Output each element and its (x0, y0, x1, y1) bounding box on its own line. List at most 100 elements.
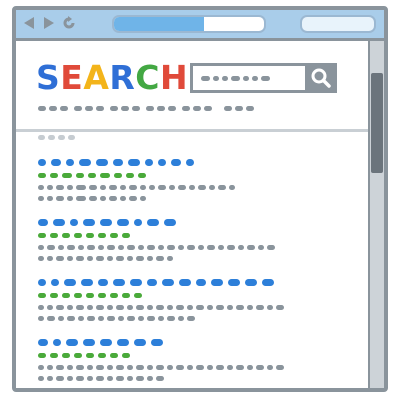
url-dash (110, 353, 118, 358)
snippet-dash (178, 185, 186, 190)
result-url[interactable] (38, 173, 146, 178)
snippet-dash (158, 185, 166, 190)
tab-dash (193, 106, 201, 111)
snippet-dash (167, 305, 173, 310)
snippet-dash (47, 365, 53, 370)
snippet-dash (198, 245, 204, 250)
snippet-dash (136, 256, 144, 261)
meta-dash (58, 135, 65, 140)
title-dash (211, 279, 223, 286)
snippet-dash (129, 185, 137, 190)
tab-dash (121, 106, 129, 111)
snippet-dash (218, 245, 224, 250)
title-dash (38, 339, 48, 346)
snippet-dash (100, 185, 106, 190)
snippet-dash (96, 365, 104, 370)
title-dash (171, 159, 181, 166)
toolbar-search-box[interactable] (300, 15, 376, 33)
snippet-dash (38, 256, 44, 261)
url-dash (86, 293, 94, 298)
snippet-dash (176, 305, 184, 310)
snippet-dash (138, 245, 144, 250)
search-input[interactable] (190, 63, 308, 93)
snippet-dash (118, 316, 124, 321)
tab-dash (204, 106, 212, 111)
triangle-right-icon[interactable] (42, 16, 56, 30)
url-dash (86, 233, 94, 238)
snippet-dash (116, 365, 124, 370)
title-dash (130, 279, 142, 286)
url-dash (98, 233, 106, 238)
snippet-dash (47, 256, 53, 261)
snippet-dash (258, 245, 264, 250)
title-dash (66, 339, 78, 346)
snippet-dash (169, 185, 175, 190)
title-dash (151, 339, 163, 346)
snippet-dash (107, 376, 113, 381)
result-snippet-line (38, 256, 173, 261)
url-dash (76, 173, 84, 178)
url-dash (126, 173, 134, 178)
snippet-dash (158, 316, 164, 321)
result-title-link[interactable] (38, 219, 176, 226)
snippet-dash (58, 245, 64, 250)
url-dash (138, 173, 146, 178)
snippet-dash (38, 305, 44, 310)
url-dash (62, 173, 72, 178)
title-dash (51, 159, 61, 166)
result-snippet-line (38, 196, 146, 201)
snippet-dash (67, 376, 73, 381)
result-title-link[interactable] (38, 279, 274, 286)
url-dash (100, 173, 110, 178)
snippet-dash (127, 305, 133, 310)
result-url[interactable] (38, 293, 142, 298)
snippet-dash (87, 316, 95, 321)
tab-dash (74, 106, 82, 111)
snippet-dash (67, 365, 73, 370)
snippet-dash (67, 305, 73, 310)
search-tabs[interactable] (38, 106, 254, 111)
title-dash (38, 279, 46, 286)
snippet-dash (276, 305, 284, 310)
snippet-dash (147, 365, 153, 370)
url-dash (134, 293, 142, 298)
snippet-dash (147, 305, 153, 310)
scrollbar-thumb[interactable] (371, 73, 383, 173)
result-snippet-line (38, 365, 284, 370)
result-snippet-line (38, 185, 235, 190)
snippet-dash (78, 316, 84, 321)
snippet-dash (38, 196, 44, 201)
reload-icon[interactable] (62, 16, 76, 30)
result-url[interactable] (38, 353, 130, 358)
title-dash (79, 159, 91, 166)
scrollbar[interactable] (368, 41, 384, 388)
title-dash (98, 279, 108, 286)
url-dash (110, 293, 118, 298)
snippet-dash (96, 305, 104, 310)
title-dash (262, 279, 274, 286)
snippet-dash (47, 376, 53, 381)
url-dash (88, 173, 96, 178)
title-dash (83, 339, 95, 346)
snippet-dash (218, 185, 226, 190)
address-bar[interactable] (112, 15, 266, 33)
title-dash (53, 339, 61, 346)
result-title-link[interactable] (38, 339, 163, 346)
snippet-dash (156, 365, 164, 370)
title-dash (64, 279, 76, 286)
snippet-dash (158, 245, 164, 250)
result-url[interactable] (38, 233, 130, 238)
search-button[interactable] (305, 63, 337, 93)
snippet-dash (76, 365, 84, 370)
query-dash (243, 76, 249, 81)
search-query-placeholder (201, 76, 270, 81)
url-dash (38, 233, 46, 238)
snippet-dash (129, 196, 137, 201)
snippet-dash (76, 376, 84, 381)
browser-toolbar (16, 10, 384, 41)
logo-letter: R (109, 58, 136, 97)
snippet-dash (109, 196, 117, 201)
triangle-left-icon[interactable] (22, 16, 36, 30)
result-title-link[interactable] (38, 159, 194, 166)
snippet-dash (156, 305, 164, 310)
